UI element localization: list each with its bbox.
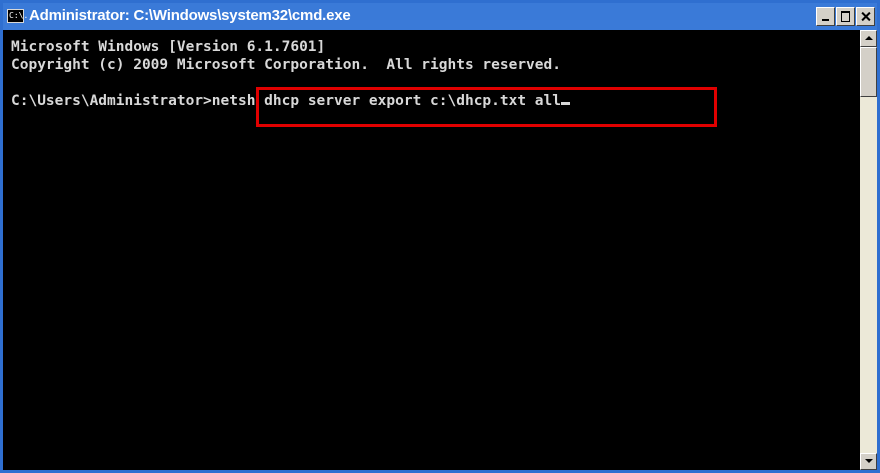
minimize-icon[interactable] xyxy=(816,7,835,26)
close-icon[interactable] xyxy=(856,7,875,26)
window-controls xyxy=(815,7,875,26)
scrollbar-thumb[interactable] xyxy=(860,47,877,97)
window-title: Administrator: C:\Windows\system32\cmd.e… xyxy=(29,7,351,24)
cmd-app-icon[interactable]: C:\. xyxy=(7,9,28,23)
console-line: Microsoft Windows [Version 6.1.7601] xyxy=(11,39,326,55)
command-highlight-box xyxy=(256,87,717,127)
cmd-window: C:\. Administrator: C:\Windows\system32\… xyxy=(0,0,880,473)
console-line: Copyright (c) 2009 Microsoft Corporation… xyxy=(11,57,561,73)
vertical-scrollbar[interactable] xyxy=(860,30,877,470)
prompt-text: C:\Users\Administrator> xyxy=(11,93,212,109)
title-bar[interactable]: C:\. Administrator: C:\Windows\system32\… xyxy=(3,3,877,30)
scroll-down-icon[interactable] xyxy=(860,453,877,470)
scroll-up-icon[interactable] xyxy=(860,30,877,47)
maximize-icon[interactable] xyxy=(836,7,855,26)
